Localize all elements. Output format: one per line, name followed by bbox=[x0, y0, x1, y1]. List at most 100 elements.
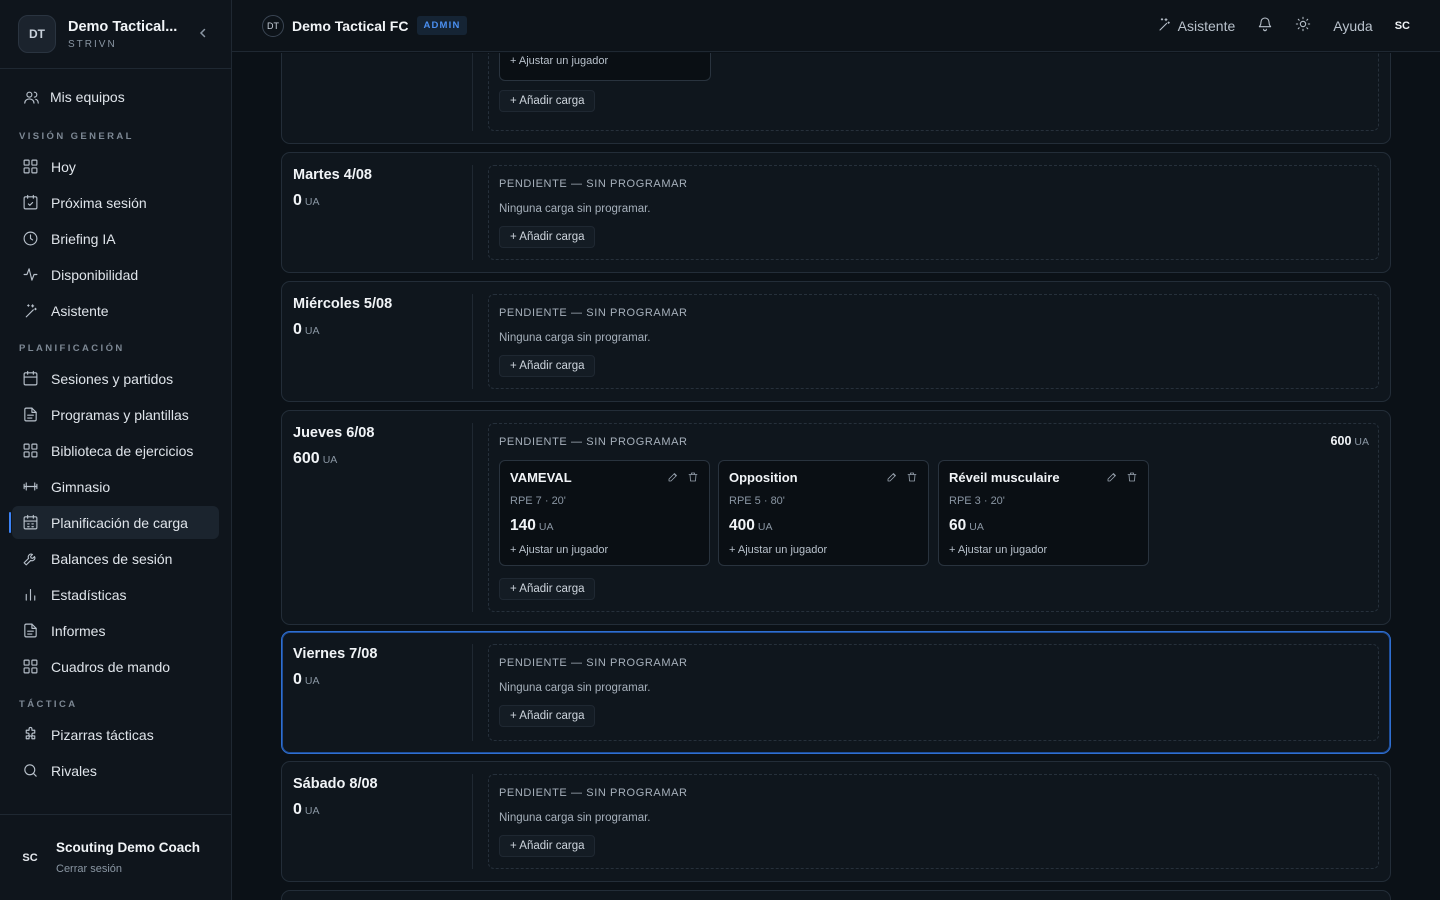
sidebar-item-label: Mis equipos bbox=[50, 89, 125, 105]
session-title: Réveil musculaire bbox=[949, 470, 1060, 485]
adjust-player-link[interactable]: + Ajustar un jugador bbox=[729, 544, 827, 556]
edit-icon[interactable] bbox=[886, 471, 898, 486]
sidebar-item-gym[interactable]: Gimnasio bbox=[12, 470, 219, 503]
sidebar-item-label: Disponibilidad bbox=[51, 266, 139, 283]
pending-label: PENDIENTE — SIN PROGRAMAR bbox=[499, 307, 688, 319]
day-load: 0 UA bbox=[293, 321, 463, 339]
sidebar-item-availability[interactable]: Disponibilidad bbox=[12, 258, 219, 291]
sidebar-item-reports[interactable]: Informes bbox=[12, 614, 219, 647]
day-name: Viernes 7/08 bbox=[293, 646, 378, 662]
day-divider bbox=[472, 644, 473, 741]
sidebar-item-tactical-boards[interactable]: Pizarras tácticas bbox=[12, 718, 219, 751]
day-load-unit: UA bbox=[304, 196, 320, 208]
sidebar-item-today[interactable]: Hoy bbox=[12, 150, 219, 183]
sidebar-item-load-planning[interactable]: Planificación de carga bbox=[9, 506, 219, 539]
sun-icon[interactable] bbox=[1295, 16, 1311, 35]
day-loads-area: PENDIENTE — SIN PROGRAMAR Ninguna carga … bbox=[488, 294, 1379, 389]
sidebar-item-exercise-library[interactable]: Biblioteca de ejercicios bbox=[12, 434, 219, 467]
wrench-icon bbox=[21, 550, 39, 568]
trash-icon[interactable] bbox=[1126, 471, 1138, 486]
session-card[interactable]: Opposition RPE 5 · 80' 400 UA + Ajustar u… bbox=[718, 460, 929, 566]
sidebar-item-sessions-matches[interactable]: Sesiones y partidos bbox=[12, 362, 219, 395]
edit-icon[interactable] bbox=[1106, 471, 1118, 486]
day-load-value: 0 bbox=[293, 192, 302, 209]
day-name: Jueves 6/08 bbox=[293, 425, 375, 441]
session-load-value: 140 bbox=[510, 517, 536, 534]
role-badge: ADMIN bbox=[417, 16, 467, 35]
pending-total: 600 UA bbox=[1331, 434, 1369, 448]
day-load: 600 UA bbox=[293, 450, 463, 468]
sidebar-item-next-session[interactable]: Próxima sesión bbox=[12, 186, 219, 219]
add-load-button[interactable]: + Añadir carga bbox=[499, 355, 596, 377]
sidebar-item-briefing[interactable]: Briefing IA bbox=[12, 222, 219, 255]
assistant-button[interactable]: Asistente bbox=[1156, 16, 1236, 35]
pending-total-unit: UA bbox=[1354, 436, 1369, 448]
grid-icon bbox=[21, 442, 39, 460]
sidebar-item-programs[interactable]: Programas y plantillas bbox=[12, 398, 219, 431]
collapse-sidebar-button[interactable] bbox=[193, 26, 213, 42]
assistant-label: Asistente bbox=[1177, 17, 1236, 34]
sidebar-item-label: Sesiones y partidos bbox=[51, 370, 174, 387]
help-link[interactable]: Ayuda bbox=[1333, 18, 1372, 34]
day-load-unit: UA bbox=[322, 454, 338, 466]
empty-message: Ninguna carga sin programar. bbox=[499, 812, 651, 824]
bar-chart-icon bbox=[21, 586, 39, 604]
pending-label: PENDIENTE — SIN PROGRAMAR bbox=[499, 436, 688, 448]
session-card-partial: + Ajustar un jugador bbox=[499, 53, 711, 81]
add-load-button[interactable]: + Añadir carga bbox=[499, 705, 596, 727]
add-load-button[interactable]: + Añadir carga bbox=[499, 226, 596, 248]
session-load-unit: UA bbox=[969, 521, 984, 533]
session-card[interactable]: Réveil musculaire RPE 3 · 20' 60 UA + Aju… bbox=[938, 460, 1149, 566]
user-menu-avatar[interactable]: SC bbox=[1395, 20, 1410, 32]
empty-message: Ninguna carga sin programar. bbox=[499, 203, 651, 215]
day-name: Martes 4/08 bbox=[293, 167, 372, 183]
day-card-wednesday: Miércoles 5/08 0 UA PENDIENTE — SIN PROGR… bbox=[281, 281, 1391, 402]
day-divider bbox=[472, 165, 473, 260]
empty-message: Ninguna carga sin programar. bbox=[499, 332, 651, 344]
adjust-player-link[interactable]: + Ajustar un jugador bbox=[949, 544, 1047, 556]
add-load-button[interactable]: + Añadir carga bbox=[499, 90, 596, 112]
grid-icon bbox=[21, 158, 39, 176]
day-load-value: 600 bbox=[293, 450, 320, 467]
day-card-friday[interactable]: Viernes 7/08 0 UA PENDIENTE — SIN PROGRAM… bbox=[281, 631, 1391, 754]
dumbbell-icon bbox=[21, 478, 39, 496]
sidebar-item-assistant[interactable]: Asistente bbox=[12, 294, 219, 327]
trash-icon[interactable] bbox=[906, 471, 918, 486]
day-load-unit: UA bbox=[304, 325, 320, 337]
day-load-unit: UA bbox=[304, 675, 320, 687]
logout-link[interactable]: Cerrar sesión bbox=[56, 863, 200, 875]
sidebar-item-session-balances[interactable]: Balances de sesión bbox=[12, 542, 219, 575]
sidebar-item-statistics[interactable]: Estadísticas bbox=[12, 578, 219, 611]
sidebar-item-rivals[interactable]: Rivales bbox=[12, 754, 219, 787]
session-load-value: 400 bbox=[729, 517, 755, 534]
bell-icon[interactable] bbox=[1257, 16, 1273, 35]
day-load: 0 UA bbox=[293, 671, 463, 689]
search-icon bbox=[21, 762, 39, 780]
edit-icon[interactable] bbox=[667, 471, 679, 486]
session-load-value: 60 bbox=[949, 517, 967, 534]
day-divider bbox=[472, 53, 473, 131]
pending-label: PENDIENTE — SIN PROGRAMAR bbox=[499, 657, 688, 669]
day-card-thursday: Jueves 6/08 600 UA PENDIENTE — SIN PROGRA… bbox=[281, 410, 1391, 625]
adjust-player-link[interactable]: + Ajustar un jugador bbox=[510, 55, 608, 67]
trash-icon[interactable] bbox=[687, 471, 699, 486]
sidebar-item-label: Biblioteca de ejercicios bbox=[51, 442, 194, 459]
user-avatar: SC bbox=[22, 851, 38, 864]
add-load-button[interactable]: + Añadir carga bbox=[499, 835, 596, 857]
sidebar-item-label: Planificación de carga bbox=[51, 514, 188, 531]
day-loads-area: PENDIENTE — SIN PROGRAMAR Ninguna carga … bbox=[488, 644, 1379, 741]
user-name: Scouting Demo Coach bbox=[56, 840, 201, 855]
chevron-left-icon bbox=[199, 28, 206, 38]
adjust-player-link[interactable]: + Ajustar un jugador bbox=[510, 544, 608, 556]
sparkles-icon bbox=[1156, 16, 1172, 35]
session-card[interactable]: VAMEVAL RPE 7 · 20' 140 UA + Ajustar un j… bbox=[499, 460, 710, 566]
add-load-button[interactable]: + Añadir carga bbox=[499, 578, 596, 600]
team-switcher[interactable]: DT Demo Tactical... STRIVN bbox=[0, 0, 231, 69]
sidebar-item-dashboards[interactable]: Cuadros de mando bbox=[12, 650, 219, 683]
session-title: VAMEVAL bbox=[510, 470, 572, 485]
file-text-icon bbox=[21, 406, 39, 424]
sidebar-item-my-teams[interactable]: Mis equipos bbox=[0, 69, 231, 125]
section-label-tactics: TÁCTICA bbox=[19, 699, 78, 710]
day-load-value: 0 bbox=[293, 671, 302, 688]
day-loads-area: + Ajustar un jugador + Añadir carga bbox=[488, 53, 1379, 131]
